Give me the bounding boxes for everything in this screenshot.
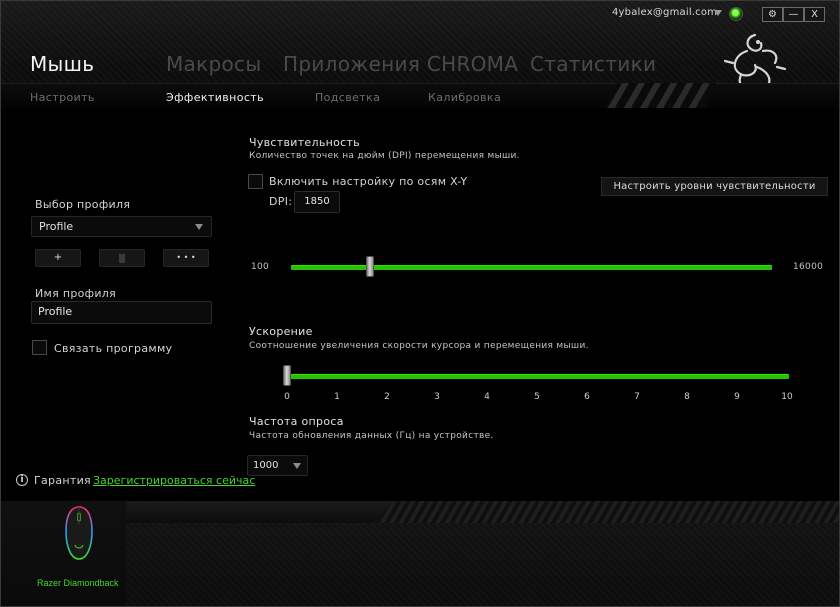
- acceleration-tick-label: 6: [584, 392, 590, 402]
- acceleration-slider-track[interactable]: [285, 374, 789, 379]
- acceleration-title: Ускорение: [249, 325, 313, 338]
- acceleration-slider-thumb[interactable]: [283, 365, 291, 386]
- account-dropdown-icon[interactable]: [714, 10, 722, 16]
- acceleration-tick-label: 9: [734, 392, 740, 402]
- polling-rate-select[interactable]: 1000: [247, 455, 308, 476]
- dpi-slider-thumb[interactable]: [365, 256, 374, 277]
- close-button[interactable]: X: [804, 7, 825, 22]
- polling-rate-title: Частота опроса: [249, 415, 344, 428]
- acceleration-tick-label: 5: [534, 392, 540, 402]
- register-now-link[interactable]: Зарегистрироваться сейчас: [93, 474, 255, 487]
- acceleration-tick-label: 7: [634, 392, 640, 402]
- info-icon: i: [16, 474, 28, 486]
- main-content: Выбор профиля Profile + • • • Имя профил…: [1, 108, 839, 501]
- device-name: Razer Diamondback: [37, 578, 119, 588]
- trash-icon: [119, 254, 125, 263]
- acceleration-tick-label: 1: [334, 392, 340, 402]
- device-footer: Razer Diamondback: [1, 501, 839, 606]
- acceleration-tick-label: 4: [484, 392, 490, 402]
- mouse-device-icon: [65, 506, 93, 560]
- profile-select-value: Profile: [39, 220, 74, 233]
- profile-name-input[interactable]: Profile: [31, 301, 212, 324]
- acceleration-tick-label: 0: [284, 392, 290, 402]
- tab-macros[interactable]: Макросы: [166, 52, 261, 76]
- more-options-button[interactable]: • • •: [163, 249, 209, 267]
- configure-sensitivity-levels-button[interactable]: Настроить уровни чувствительности: [601, 177, 828, 196]
- acceleration-tick-label: 8: [684, 392, 690, 402]
- tab-mouse[interactable]: Мышь: [30, 52, 94, 76]
- device-card[interactable]: Razer Diamondback: [1, 501, 126, 606]
- sensitivity-title: Чувствительность: [249, 136, 360, 149]
- dpi-max-label: 16000: [793, 262, 824, 272]
- link-program-checkbox[interactable]: [32, 340, 47, 355]
- warranty-label: Гарантия: [34, 474, 91, 487]
- sensitivity-description: Количество точек на дюйм (DPI) перемещен…: [249, 151, 520, 161]
- xy-sensitivity-checkbox[interactable]: [248, 174, 263, 189]
- chevron-down-icon: [195, 223, 203, 230]
- chevron-down-icon: [293, 462, 301, 469]
- minimize-button[interactable]: —: [783, 7, 804, 22]
- tab-chroma-apps[interactable]: Приложения CHROMA: [283, 52, 518, 76]
- online-status-icon: [729, 7, 743, 21]
- acceleration-tick-label: 2: [384, 392, 390, 402]
- subtab-performance[interactable]: Эффективность: [166, 91, 264, 104]
- polling-rate-description: Частота обновления данных (Гц) на устрой…: [249, 431, 494, 441]
- profile-name-label: Имя профиля: [35, 287, 117, 300]
- link-program-label: Связать программу: [54, 342, 173, 355]
- acceleration-description: Соотношение увеличения скорости курсора …: [249, 341, 589, 351]
- profile-select-label: Выбор профиля: [35, 198, 131, 211]
- dpi-input[interactable]: 1850: [294, 191, 340, 213]
- dpi-label: DPI:: [269, 195, 293, 208]
- delete-profile-button[interactable]: [99, 249, 145, 267]
- xy-sensitivity-label: Включить настройку по осям X-Y: [269, 175, 468, 188]
- profile-select[interactable]: Profile: [31, 216, 212, 237]
- settings-button[interactable]: ⚙: [762, 7, 783, 22]
- decorative-stripes: [374, 501, 839, 523]
- account-email[interactable]: 4ybalex@gmail.com: [612, 7, 717, 18]
- polling-rate-value: 1000: [253, 460, 279, 471]
- subtab-lighting[interactable]: Подсветка: [315, 91, 380, 104]
- acceleration-tick-label: 3: [434, 392, 440, 402]
- dpi-slider-track[interactable]: [291, 265, 772, 270]
- tab-stats[interactable]: Статистики: [530, 52, 656, 76]
- dpi-min-label: 100: [251, 262, 270, 272]
- add-profile-button[interactable]: +: [35, 249, 81, 267]
- subtab-calibration[interactable]: Калибровка: [428, 91, 501, 104]
- subtab-customize[interactable]: Настроить: [30, 91, 95, 104]
- synapse-window: 4ybalex@gmail.com ⚙ — X Мышь Макросы При…: [0, 0, 840, 607]
- decorative-stripes: [606, 83, 716, 108]
- acceleration-tick-label: 10: [781, 392, 793, 402]
